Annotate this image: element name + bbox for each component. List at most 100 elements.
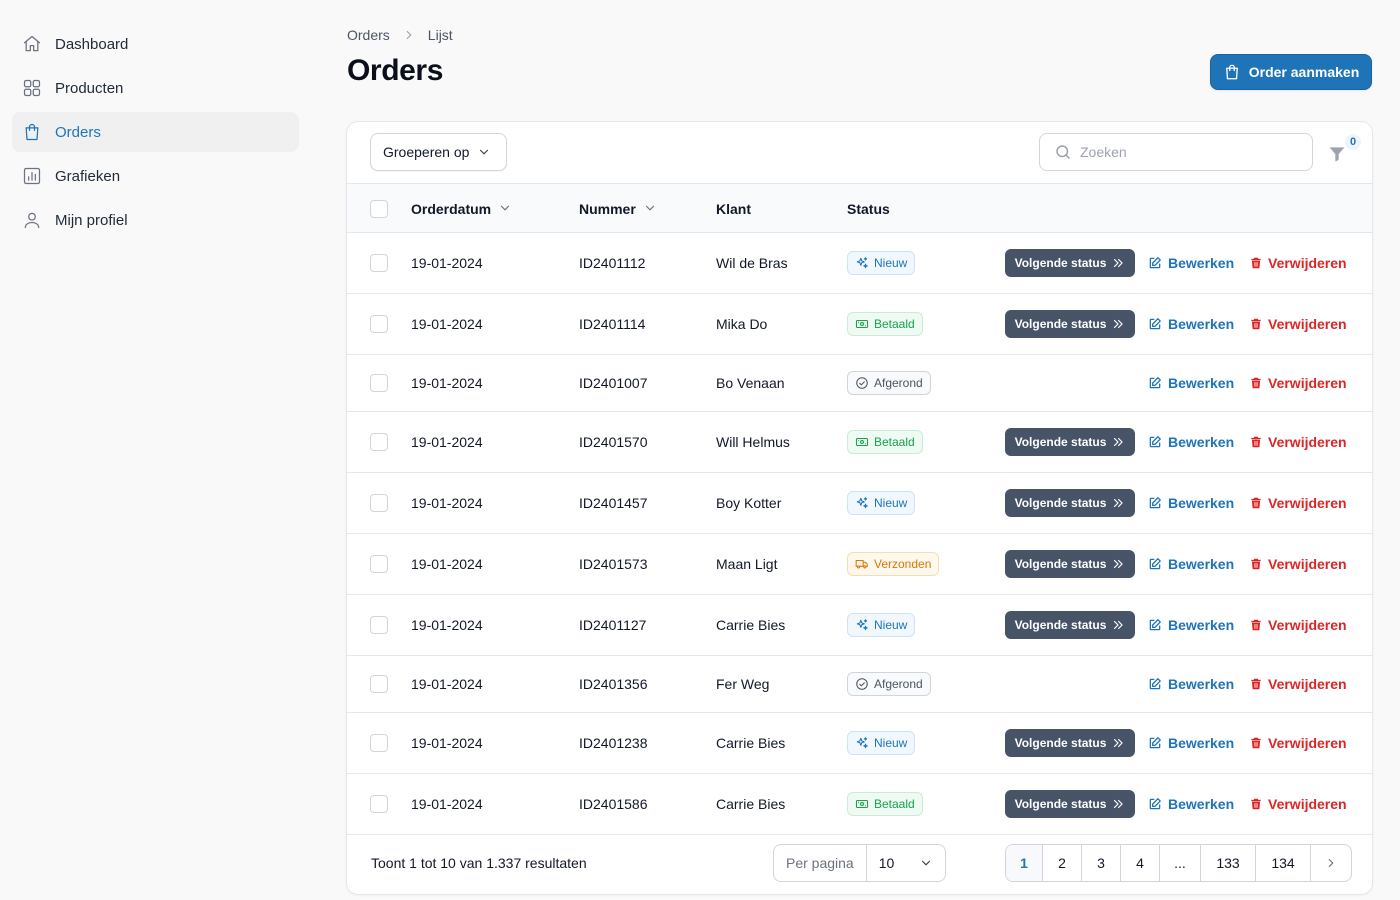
edit-icon [1148, 736, 1162, 750]
next-status-button[interactable]: Volgende status [1005, 489, 1135, 517]
page-button-1[interactable]: 1 [1006, 845, 1043, 881]
status-badge: Nieuw [847, 731, 916, 755]
edit-button[interactable]: Bewerken [1148, 233, 1234, 293]
chevron-down-icon [636, 199, 657, 218]
row-checkbox[interactable] [370, 616, 388, 634]
sidebar-item-mijn-profiel[interactable]: Mijn profiel [12, 200, 299, 240]
edit-button[interactable]: Bewerken [1148, 774, 1234, 834]
delete-button[interactable]: Verwijderen [1249, 713, 1347, 773]
create-order-button[interactable]: Order aanmaken [1210, 54, 1372, 90]
row-checkbox[interactable] [370, 254, 388, 272]
next-status-button[interactable]: Volgende status [1005, 729, 1135, 757]
sparkles-icon [855, 496, 869, 510]
delete-button[interactable]: Verwijderen [1249, 656, 1347, 712]
order-client: Mika Do [716, 316, 768, 332]
sidebar-item-label: Producten [55, 79, 124, 97]
delete-button[interactable]: Verwijderen [1249, 534, 1347, 594]
select-all-checkbox[interactable] [370, 200, 388, 218]
group-by-button[interactable]: Groeperen op [370, 133, 507, 171]
next-status-button[interactable]: Volgende status [1005, 611, 1135, 639]
edit-button[interactable]: Bewerken [1148, 534, 1234, 594]
column-header-nummer[interactable]: Nummer [579, 184, 657, 233]
page-button-4[interactable]: 4 [1121, 845, 1160, 881]
status-badge: Nieuw [847, 251, 916, 275]
page-button-133[interactable]: 133 [1201, 845, 1256, 881]
search-box [1039, 133, 1313, 171]
row-checkbox[interactable] [370, 795, 388, 813]
page-button-2[interactable]: 2 [1043, 845, 1082, 881]
edit-button[interactable]: Bewerken [1148, 355, 1234, 411]
delete-button[interactable]: Verwijderen [1249, 774, 1347, 834]
row-checkbox[interactable] [370, 315, 388, 333]
trash-icon [1249, 317, 1263, 331]
edit-button[interactable]: Bewerken [1148, 294, 1234, 354]
sidebar-item-orders[interactable]: Orders [12, 112, 299, 152]
status-cell: Betaald [847, 774, 923, 834]
status-badge: Betaald [847, 312, 923, 336]
next-status-button[interactable]: Volgende status [1005, 550, 1135, 578]
status-label: Verzonden [874, 557, 932, 571]
edit-button[interactable]: Bewerken [1148, 412, 1234, 472]
table-row: 19-01-2024 ID2401457 Boy Kotter Nieuw Volgen… [347, 473, 1372, 534]
order-date: 19-01-2024 [411, 434, 483, 450]
delete-button[interactable]: Verwijderen [1249, 412, 1347, 472]
next-status-button[interactable]: Volgende status [1005, 249, 1135, 277]
chevrons-right-icon [1111, 797, 1125, 811]
banknote-icon [855, 797, 869, 811]
chevrons-right-icon [1111, 256, 1125, 270]
status-cell: Nieuw [847, 473, 916, 533]
delete-button[interactable]: Verwijderen [1249, 294, 1347, 354]
order-date: 19-01-2024 [411, 556, 483, 572]
per-page-value[interactable]: 10 [867, 855, 945, 871]
shopping-bag-icon [1223, 63, 1241, 81]
row-checkbox[interactable] [370, 555, 388, 573]
page-title: Orders [347, 54, 443, 87]
table-row: 19-01-2024 ID2401007 Bo Venaan Afgerond Bewe… [347, 355, 1372, 412]
page-button-134[interactable]: 134 [1256, 845, 1311, 881]
row-checkbox[interactable] [370, 494, 388, 512]
table-row: 19-01-2024 ID2401356 Fer Weg Afgerond Bewerk… [347, 656, 1372, 713]
sidebar-item-dashboard[interactable]: Dashboard [12, 24, 299, 64]
filter-button[interactable]: 0 [1327, 134, 1361, 166]
next-status-label: Volgende status [1014, 496, 1107, 510]
column-label: Nummer [579, 200, 636, 217]
edit-button[interactable]: Bewerken [1148, 473, 1234, 533]
delete-button[interactable]: Verwijderen [1249, 473, 1347, 533]
edit-label: Bewerken [1168, 255, 1235, 271]
next-status-button[interactable]: Volgende status [1005, 790, 1135, 818]
trash-icon [1249, 376, 1263, 390]
next-status-button[interactable]: Volgende status [1005, 428, 1135, 456]
row-checkbox[interactable] [370, 734, 388, 752]
edit-button[interactable]: Bewerken [1148, 595, 1234, 655]
next-page-button[interactable] [1311, 845, 1351, 881]
page-button-3[interactable]: 3 [1082, 845, 1121, 881]
trash-icon [1249, 618, 1263, 632]
delete-button[interactable]: Verwijderen [1249, 595, 1347, 655]
column-label: Status [847, 200, 890, 217]
order-date: 19-01-2024 [411, 735, 483, 751]
column-header-orderdatum[interactable]: Orderdatum [411, 184, 512, 233]
sidebar-item-producten[interactable]: Producten [12, 68, 299, 108]
search-input[interactable] [1080, 144, 1280, 160]
row-checkbox[interactable] [370, 675, 388, 693]
row-checkbox[interactable] [370, 374, 388, 392]
sidebar-item-grafieken[interactable]: Grafieken [12, 156, 299, 196]
row-checkbox[interactable] [370, 433, 388, 451]
delete-label: Verwijderen [1268, 375, 1347, 391]
edit-label: Bewerken [1168, 556, 1235, 572]
order-client: Will Helmus [716, 434, 790, 450]
next-status-button[interactable]: Volgende status [1005, 310, 1135, 338]
per-page-select[interactable]: Per pagina 10 [773, 844, 946, 882]
delete-button[interactable]: Verwijderen [1249, 355, 1347, 411]
delete-button[interactable]: Verwijderen [1249, 233, 1347, 293]
status-label: Betaald [874, 435, 915, 449]
chevron-right-icon [402, 28, 416, 42]
next-status-label: Volgende status [1014, 317, 1107, 331]
edit-label: Bewerken [1168, 676, 1235, 692]
edit-button[interactable]: Bewerken [1148, 713, 1234, 773]
per-page-label: Per pagina [774, 845, 867, 881]
edit-label: Bewerken [1168, 735, 1235, 751]
edit-button[interactable]: Bewerken [1148, 656, 1234, 712]
filter-count-badge: 0 [1345, 134, 1361, 150]
breadcrumb-item-orders[interactable]: Orders [347, 27, 390, 43]
